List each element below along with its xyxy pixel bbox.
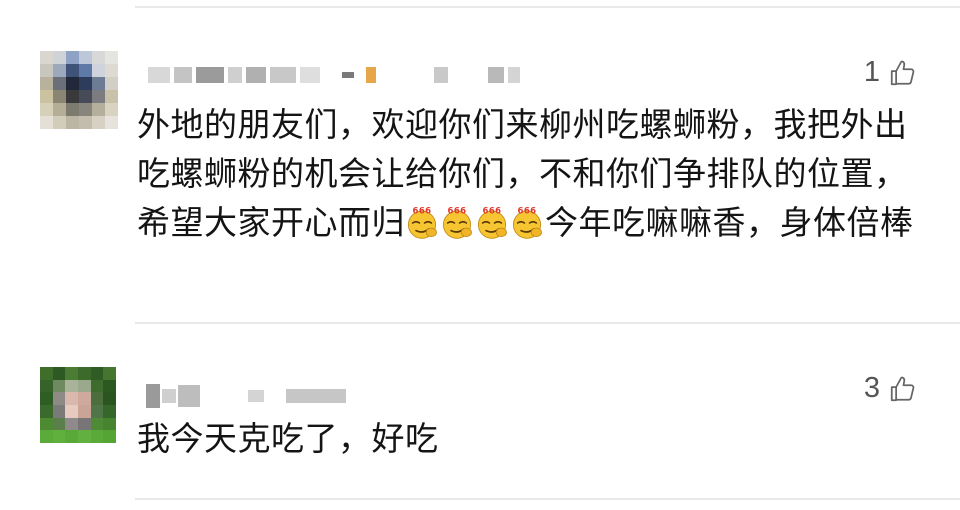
like-button[interactable]: 3 (864, 372, 918, 405)
comment-text-after: 今年吃嘛嘛香，身体倍棒 (545, 203, 914, 242)
like-button[interactable]: 1 (864, 56, 918, 89)
thumbs-up-icon (888, 374, 918, 404)
comment-text: 外地的朋友们，欢迎你们来柳州吃螺蛳粉，我把外出吃螺蛳粉的机会让给你们，不和你们争… (137, 100, 927, 247)
smirk-666-emoji: 666 (477, 207, 507, 239)
svg-text:666: 666 (517, 207, 536, 217)
comment-text-body: 我今天克吃了，好吃 (137, 419, 439, 458)
comment-divider (135, 322, 960, 324)
nickname-redacted[interactable] (148, 66, 524, 84)
avatar[interactable] (40, 51, 118, 129)
svg-text:666: 666 (482, 207, 501, 217)
avatar[interactable] (40, 367, 116, 443)
thumbs-up-icon (888, 58, 918, 88)
comment-text: 我今天克吃了，好吃 (137, 414, 927, 463)
bottom-divider (135, 498, 960, 500)
like-count: 1 (863, 56, 880, 88)
nickname-redacted[interactable] (146, 383, 350, 409)
smirk-666-emoji: 666 (407, 207, 437, 239)
smirk-666-emoji: 666 (512, 207, 542, 239)
top-divider (135, 6, 960, 8)
like-count: 3 (863, 372, 880, 404)
smirk-666-emoji: 666 (442, 207, 472, 239)
svg-text:666: 666 (447, 207, 466, 217)
svg-text:666: 666 (412, 207, 431, 217)
emoji-row: 666 666 666 666 (405, 203, 545, 242)
